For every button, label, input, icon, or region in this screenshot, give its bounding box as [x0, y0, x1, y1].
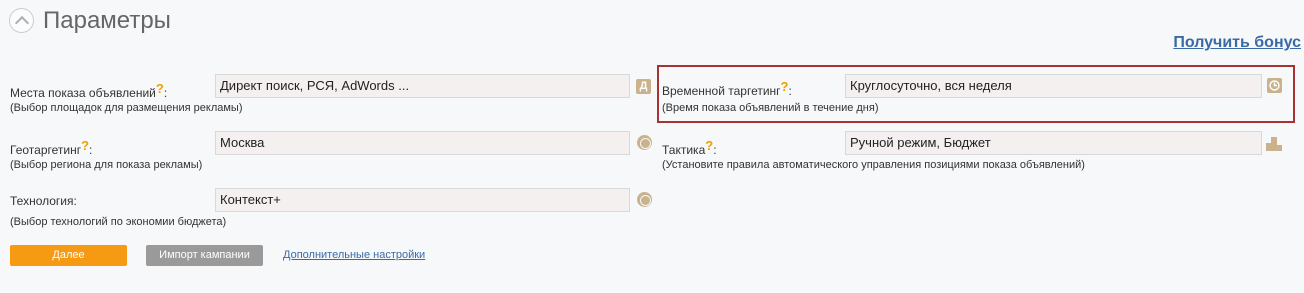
- help-icon[interactable]: ?: [705, 138, 713, 153]
- help-icon[interactable]: ?: [156, 81, 164, 96]
- collapse-toggle-button[interactable]: [9, 8, 34, 33]
- time-targeting-field[interactable]: Круглосуточно, вся неделя: [845, 74, 1262, 98]
- placements-hint: (Выбор площадок для размещения рекламы): [10, 102, 243, 114]
- get-bonus-link[interactable]: Получить бонус: [1173, 34, 1301, 52]
- clock-icon[interactable]: [1267, 78, 1282, 93]
- time-targeting-label: Временной таргетинг?:: [662, 79, 792, 99]
- help-icon[interactable]: ?: [81, 138, 89, 153]
- globe-icon[interactable]: [637, 135, 652, 150]
- globe-icon[interactable]: [637, 192, 652, 207]
- tactics-label: Тактика?:: [662, 138, 717, 158]
- tactics-field[interactable]: Ручной режим, Бюджет: [845, 131, 1262, 155]
- time-targeting-hint: (Время показа объявлений в течение дня): [662, 102, 879, 114]
- import-campaign-button[interactable]: Импорт кампании: [146, 245, 263, 266]
- additional-settings-link[interactable]: Дополнительные настройки: [283, 249, 425, 261]
- geotargeting-field[interactable]: Москва: [215, 131, 630, 155]
- section-title: Параметры: [43, 7, 171, 34]
- tactics-hint: (Установите правила автоматического упра…: [662, 159, 1085, 171]
- help-icon[interactable]: ?: [781, 79, 789, 94]
- direct-icon[interactable]: Д: [636, 79, 651, 94]
- next-button[interactable]: Далее: [10, 245, 127, 266]
- technology-hint: (Выбор технологий по экономии бюджета): [10, 216, 227, 228]
- placements-field[interactable]: Директ поиск, РСЯ, AdWords ...: [215, 74, 630, 98]
- technology-field[interactable]: Контекст+: [215, 188, 630, 212]
- technology-label: Технология:: [10, 194, 77, 208]
- geotargeting-label: Геотаргетинг?:: [10, 138, 93, 158]
- geotargeting-hint: (Выбор региона для показа рекламы): [10, 159, 203, 171]
- podium-icon[interactable]: [1266, 134, 1282, 151]
- placements-label: Места показа объявлений?:: [10, 81, 168, 101]
